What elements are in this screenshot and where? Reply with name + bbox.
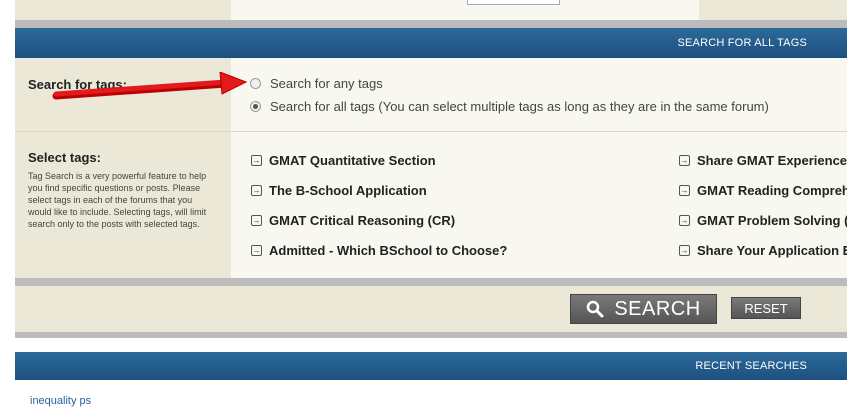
red-arrow-annotation bbox=[52, 72, 248, 100]
tag-label: GMAT Quantitative Section bbox=[269, 153, 436, 168]
arrow-right-box-icon: → bbox=[251, 245, 262, 256]
tag-label: GMAT Problem Solving ( bbox=[697, 213, 847, 228]
radio-any-tags-label: Search for any tags bbox=[270, 76, 383, 91]
reset-button[interactable]: RESET bbox=[731, 297, 801, 319]
all-tags-header-title: SEARCH FOR ALL TAGS bbox=[677, 37, 807, 49]
tag-label: GMAT Reading Comprehe bbox=[697, 183, 847, 198]
tag-share-your-application[interactable]: → Share Your Application E bbox=[679, 243, 847, 258]
reset-button-label: RESET bbox=[744, 300, 788, 316]
tag-share-gmat-experience[interactable]: → Share GMAT Experience bbox=[679, 153, 847, 168]
tag-gmat-reading-comprehension[interactable]: → GMAT Reading Comprehe bbox=[679, 183, 847, 198]
select-tags-label: Select tags: bbox=[28, 150, 101, 165]
button-row: SEARCH RESET bbox=[15, 286, 847, 332]
tag-label: Share Your Application E bbox=[697, 243, 847, 258]
select-tags-description: Tag Search is a very powerful feature to… bbox=[28, 171, 207, 229]
separator-bar bbox=[15, 332, 847, 338]
arrow-right-box-icon: → bbox=[679, 185, 690, 196]
tag-gmat-problem-solving[interactable]: → GMAT Problem Solving ( bbox=[679, 213, 847, 228]
tag-label: The B-School Application bbox=[269, 183, 427, 198]
tag-label: Admitted - Which BSchool to Choose? bbox=[269, 243, 508, 258]
radio-all-tags-label: Search for all tags (You can select mult… bbox=[270, 99, 769, 114]
arrow-right-box-icon: → bbox=[679, 245, 690, 256]
previous-row bbox=[15, 0, 847, 20]
search-for-tags-options: Search for any tags Search for all tags … bbox=[231, 58, 847, 131]
select-tags-list: → GMAT Quantitative Section → The B-Scho… bbox=[231, 132, 847, 278]
recent-searches-list: inequality ps bbox=[15, 380, 847, 412]
previous-row-right bbox=[699, 0, 847, 20]
previous-row-body bbox=[231, 0, 699, 20]
search-button[interactable]: SEARCH bbox=[570, 294, 717, 324]
select-tags-label-cell: Select tags: Tag Search is a very powerf… bbox=[15, 132, 231, 278]
previous-input[interactable] bbox=[467, 0, 560, 5]
arrow-right-box-icon: → bbox=[251, 185, 262, 196]
arrow-right-box-icon: → bbox=[251, 155, 262, 166]
tag-label: Share GMAT Experience bbox=[697, 153, 847, 168]
recent-searches-header: RECENT SEARCHES bbox=[15, 352, 847, 380]
separator-bar bbox=[15, 278, 847, 286]
arrow-right-box-icon: → bbox=[679, 155, 690, 166]
magnifier-icon bbox=[587, 300, 604, 318]
separator-bar bbox=[15, 20, 847, 28]
radio-all-tags[interactable]: Search for all tags (You can select mult… bbox=[250, 99, 769, 114]
all-tags-header: SEARCH FOR ALL TAGS bbox=[15, 28, 847, 58]
tag-admitted-which-bschool[interactable]: → Admitted - Which BSchool to Choose? bbox=[251, 243, 507, 258]
tag-bschool-application[interactable]: → The B-School Application bbox=[251, 183, 427, 198]
tag-gmat-quantitative[interactable]: → GMAT Quantitative Section bbox=[251, 153, 436, 168]
recent-searches-title: RECENT SEARCHES bbox=[695, 360, 807, 372]
radio-any-tags[interactable]: Search for any tags bbox=[250, 76, 383, 91]
radio-all-tags-input[interactable] bbox=[250, 101, 261, 112]
arrow-right-box-icon: → bbox=[679, 215, 690, 226]
tag-label: GMAT Critical Reasoning (CR) bbox=[269, 213, 456, 228]
tag-gmat-critical-reasoning[interactable]: → GMAT Critical Reasoning (CR) bbox=[251, 213, 455, 228]
arrow-right-box-icon: → bbox=[251, 215, 262, 226]
radio-any-tags-input[interactable] bbox=[250, 78, 261, 89]
recent-search-link[interactable]: inequality ps bbox=[30, 395, 91, 407]
search-button-label: SEARCH bbox=[614, 297, 701, 320]
